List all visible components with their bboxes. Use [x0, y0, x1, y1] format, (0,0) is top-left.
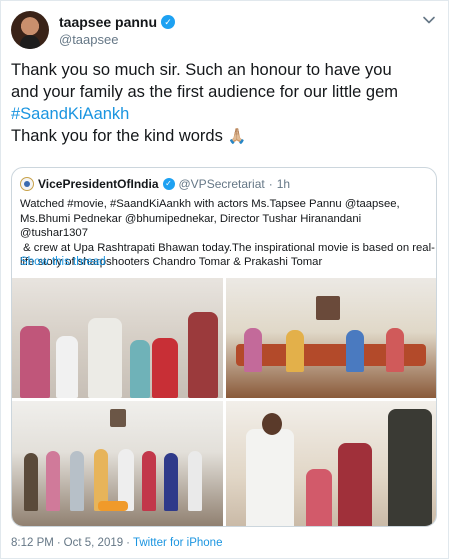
verified-badge-icon: ✓	[161, 15, 176, 29]
display-name[interactable]: taapsee pannu	[59, 14, 157, 30]
quoted-tweet[interactable]: VicePresidentOfIndia ✓ @VPSecretariat · …	[11, 167, 437, 527]
tweet-time[interactable]: 8:12 PM	[11, 537, 54, 549]
tweet-footer: 8:12 PM · Oct 5, 2019 · Twitter for iPhone	[11, 537, 222, 549]
folded-hands-emoji: 🙏🏼	[227, 128, 247, 145]
tweet-line: Thank you for the kind words	[11, 127, 223, 145]
photo-grid	[12, 278, 436, 526]
tweet-text: Thank you so much sir. Such an honour to…	[11, 59, 441, 148]
tweet-card: taapsee pannu ✓ @taapsee Thank you so mu…	[0, 0, 449, 559]
verified-badge-icon: ✓	[162, 178, 175, 190]
show-thread-link[interactable]: Show this thread	[20, 256, 106, 268]
separator-dot: ·	[56, 537, 61, 549]
quoted-avatar	[20, 177, 34, 191]
hashtag-link[interactable]: #SaandKiAankh	[11, 105, 129, 123]
quoted-display-name: VicePresidentOfIndia	[38, 177, 159, 191]
photo-1[interactable]	[12, 278, 223, 398]
quoted-line: Ms.Bhumi Pednekar @bhumipednekar, Direct…	[20, 212, 362, 240]
separator-dot: ·	[268, 177, 273, 191]
quoted-line: Watched #movie, #SaandKiAankh with actor…	[20, 198, 400, 210]
photo-2[interactable]	[226, 278, 436, 398]
name-row: taapsee pannu ✓	[59, 14, 176, 30]
quoted-timestamp: 1h	[276, 177, 291, 191]
tweet-header: taapsee pannu ✓ @taapsee	[11, 11, 440, 51]
photo-4[interactable]	[226, 401, 436, 526]
user-handle[interactable]: @taapsee	[59, 32, 118, 47]
tweet-line: and your family as the first audience fo…	[11, 83, 399, 101]
avatar[interactable]	[11, 11, 49, 49]
separator-dot: ·	[126, 537, 130, 549]
tweet-source-link[interactable]: Twitter for iPhone	[133, 537, 222, 549]
tweet-line: Thank you so much sir. Such an honour to…	[11, 61, 392, 79]
quoted-line: & crew at Upa Rashtrapati Bhawan today.T…	[20, 241, 435, 254]
chevron-down-icon[interactable]	[422, 13, 436, 27]
tweet-date[interactable]: Oct 5, 2019	[64, 537, 123, 549]
quoted-handle: @VPSecretariat	[178, 177, 265, 191]
photo-3[interactable]	[12, 401, 223, 526]
quoted-tweet-header: VicePresidentOfIndia ✓ @VPSecretariat · …	[20, 176, 290, 192]
